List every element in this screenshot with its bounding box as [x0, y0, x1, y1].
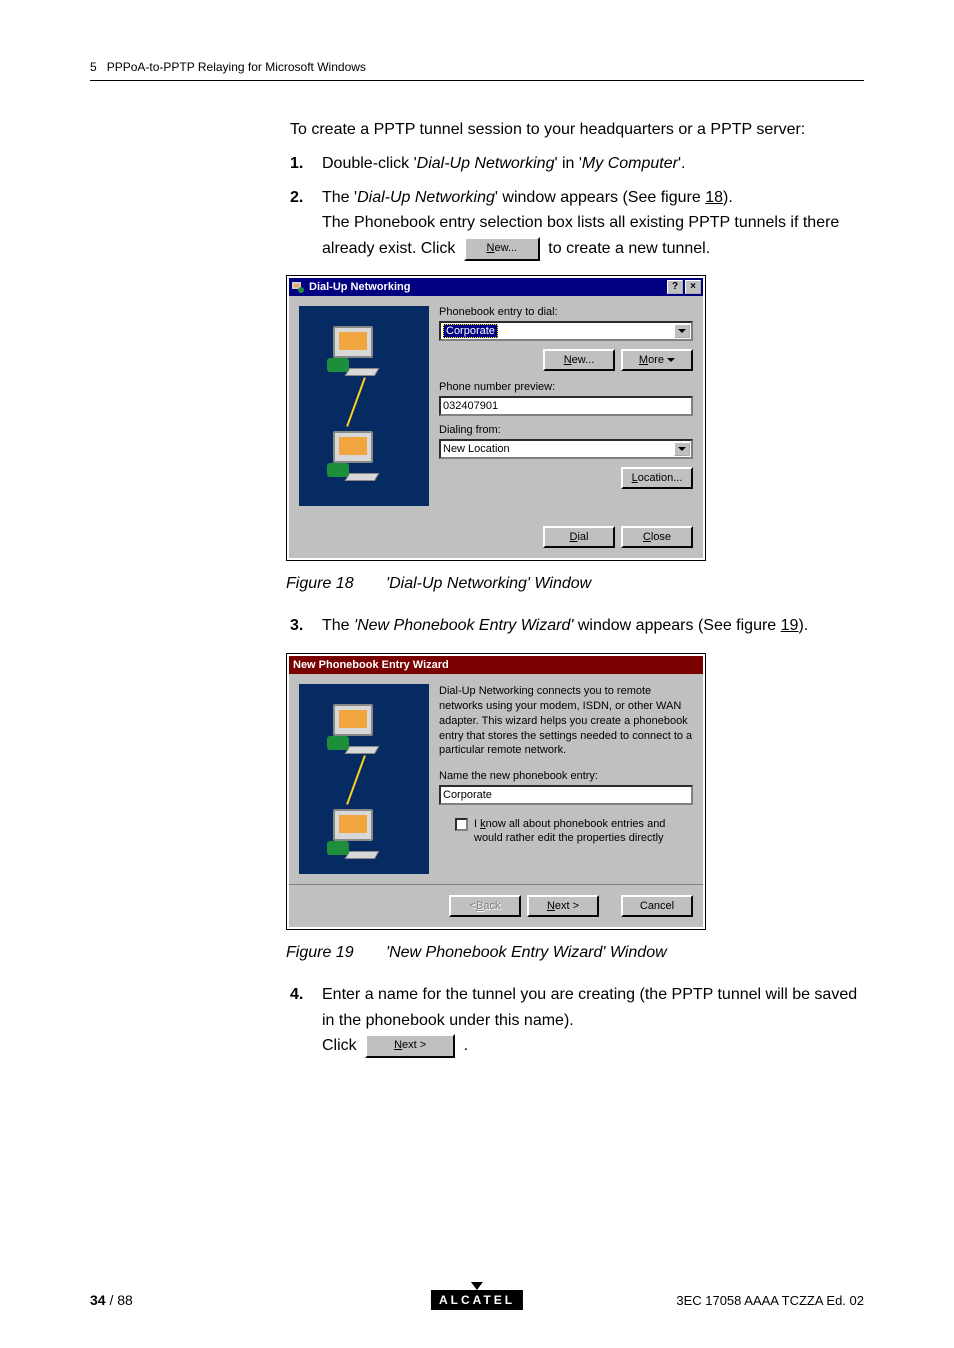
step-number: 4.: [290, 982, 322, 1008]
triangle-icon: [471, 1282, 483, 1290]
entry-name-label: Name the new phonebook entry:: [439, 770, 693, 782]
location-button[interactable]: Location...: [621, 467, 693, 489]
page-footer: 34 / 88 ALCATEL 3EC 17058 AAAA TCZZA Ed.…: [90, 1292, 864, 1308]
step-number: 1.: [290, 151, 322, 177]
back-button: < Back: [449, 895, 521, 917]
know-all-label: I know all about phonebook entries and w…: [474, 817, 693, 846]
step-4: 4. Enter a name for the tunnel you are c…: [290, 982, 864, 1059]
page-total: 88: [117, 1292, 133, 1308]
dun-titlebar: Dial-Up Networking ? ×: [289, 278, 703, 296]
phonebook-label: Phonebook entry to dial:: [439, 306, 693, 318]
phonebook-value: Corporate: [443, 324, 498, 338]
figure-19-window: New Phonebook Entry Wizard Dial-Up Netwo…: [286, 653, 706, 930]
chapter-number: 5: [90, 60, 97, 74]
entry-name-field[interactable]: Corporate: [439, 785, 693, 805]
new-button-inline[interactable]: New...: [464, 237, 540, 261]
dialing-from-combo[interactable]: New Location: [439, 439, 693, 459]
dun-title-text: Dial-Up Networking: [309, 281, 410, 293]
wizard-titlebar: New Phonebook Entry Wizard: [289, 656, 703, 674]
figure-19-link[interactable]: 19: [781, 617, 799, 634]
dun-app-name: Dial-Up Networking: [417, 155, 555, 172]
close-button[interactable]: ×: [685, 280, 701, 294]
my-computer-name: My Computer: [582, 155, 678, 172]
know-all-checkbox[interactable]: [455, 818, 468, 831]
new-button[interactable]: New...: [543, 349, 615, 371]
dun-illustration: [299, 306, 429, 506]
document-id: 3EC 17058 AAAA TCZZA Ed. 02: [676, 1293, 864, 1308]
phonebook-combo[interactable]: Corporate: [439, 321, 693, 341]
dropdown-icon[interactable]: [674, 324, 690, 338]
next-button[interactable]: Next >: [527, 895, 599, 917]
phone-preview-field[interactable]: 032407901: [439, 396, 693, 416]
phone-preview-label: Phone number preview:: [439, 381, 693, 393]
dialing-from-value: New Location: [443, 443, 510, 455]
chevron-down-icon: [667, 358, 675, 362]
cancel-button[interactable]: Cancel: [621, 895, 693, 917]
step-1: 1. Double-click 'Dial-Up Networking' in …: [290, 151, 864, 177]
wizard-description: Dial-Up Networking connects you to remot…: [439, 684, 693, 758]
chapter-title: PPPoA-to-PPTP Relaying for Microsoft Win…: [107, 60, 366, 74]
dialup-icon: [291, 280, 305, 294]
dial-button[interactable]: Dial: [543, 526, 615, 548]
step-number: 3.: [290, 613, 322, 639]
figure-18-link[interactable]: 18: [705, 189, 723, 206]
know-all-checkbox-row[interactable]: I know all about phonebook entries and w…: [455, 817, 693, 846]
figure-19-caption: Figure 19 'New Phonebook Entry Wizard' W…: [286, 944, 864, 962]
wizard-name: 'New Phonebook Entry Wizard': [354, 617, 573, 634]
intro-text: To create a PPTP tunnel session to your …: [290, 121, 864, 139]
close-dialog-button[interactable]: Close: [621, 526, 693, 548]
page-number: 34: [90, 1292, 106, 1308]
figure-18-window: Dial-Up Networking ? × Phonebook entry t…: [286, 275, 706, 561]
step-3: 3. The 'New Phonebook Entry Wizard' wind…: [290, 613, 864, 639]
wizard-title-text: New Phonebook Entry Wizard: [293, 659, 449, 671]
more-button[interactable]: More: [621, 349, 693, 371]
next-button-inline[interactable]: Next >: [365, 1034, 455, 1058]
step-number: 2.: [290, 185, 322, 211]
figure-18-caption: Figure 18 'Dial-Up Networking' Window: [286, 575, 864, 593]
dun-window-name: Dial-Up Networking: [357, 189, 495, 206]
page-header: 5 PPPoA-to-PPTP Relaying for Microsoft W…: [90, 60, 864, 81]
dropdown-icon[interactable]: [674, 442, 690, 456]
help-button[interactable]: ?: [667, 280, 683, 294]
dialing-from-label: Dialing from:: [439, 424, 693, 436]
wizard-illustration: [299, 684, 429, 874]
brand-logo: ALCATEL: [431, 1290, 523, 1310]
step-2: 2. The 'Dial-Up Networking' window appea…: [290, 185, 864, 262]
